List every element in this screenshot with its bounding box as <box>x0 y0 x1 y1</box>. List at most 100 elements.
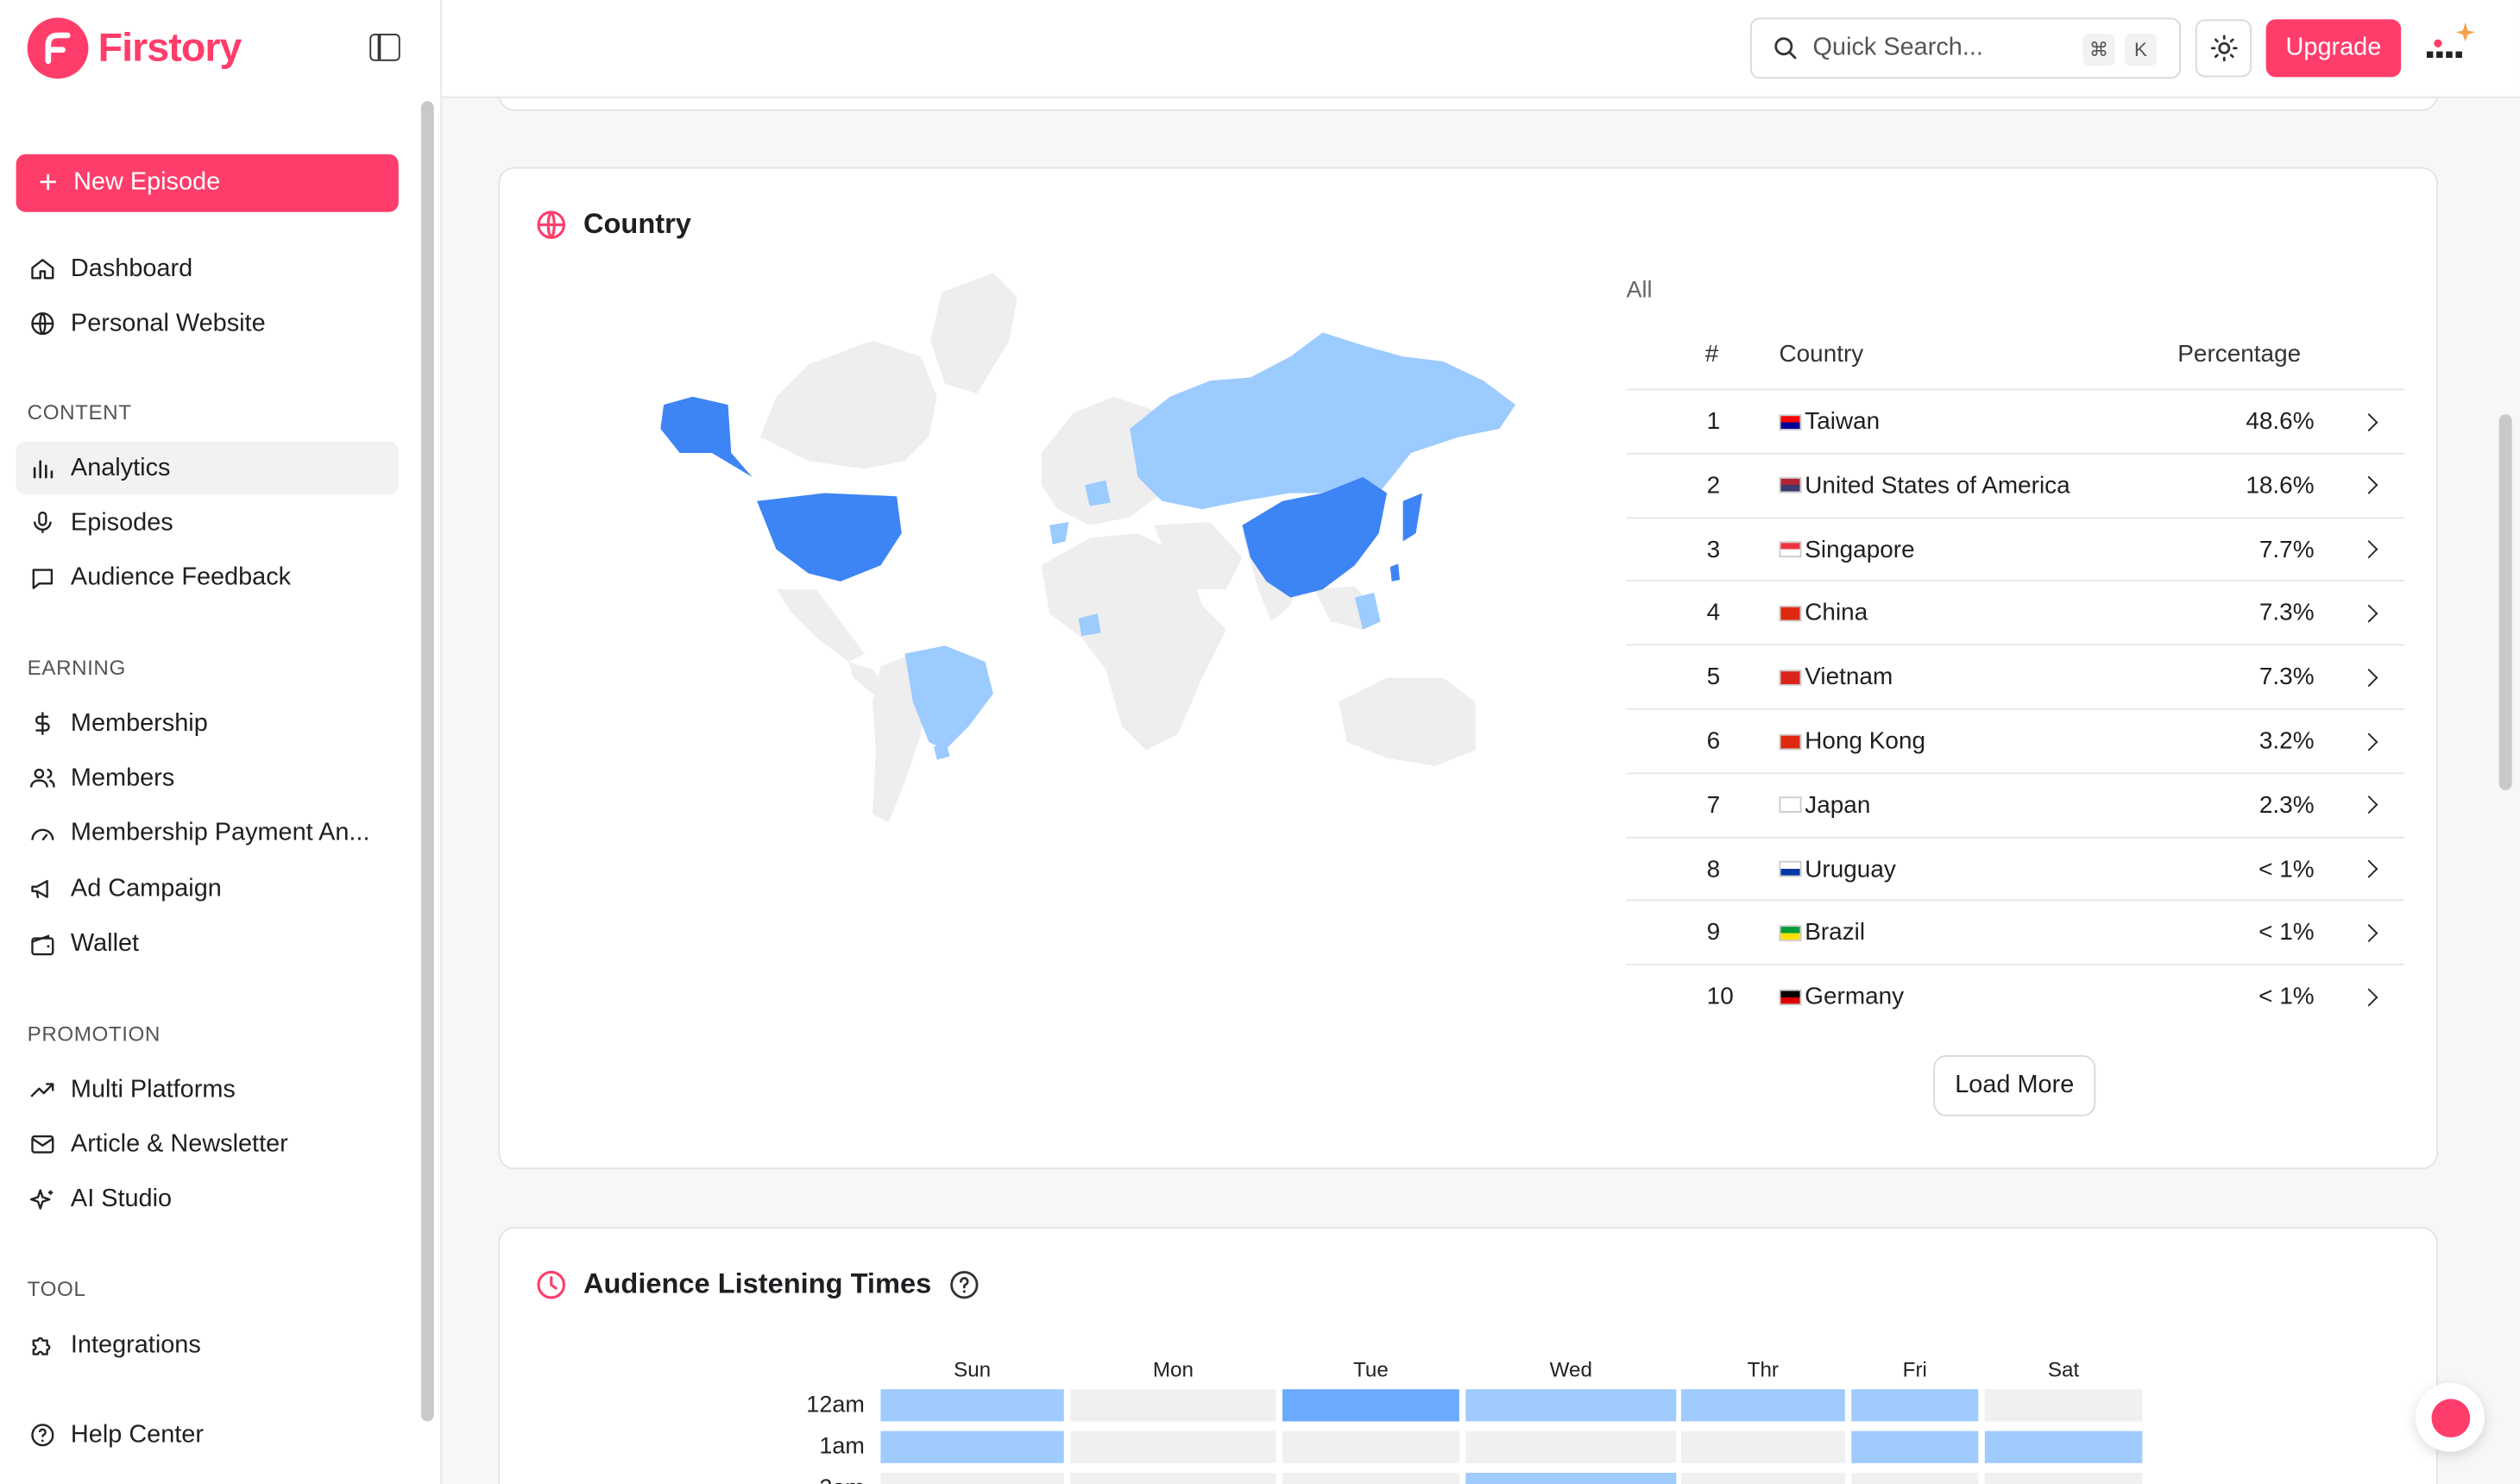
heatmap-cell[interactable] <box>1070 1431 1276 1463</box>
sidebar-item-label: Episodes <box>70 508 173 537</box>
sparkles-icon <box>29 1189 54 1210</box>
table-row[interactable]: 3 Singapore 7.7% <box>1626 516 2404 581</box>
heatmap-cell[interactable] <box>1282 1389 1459 1422</box>
table-row[interactable]: 4 China 7.3% <box>1626 580 2404 645</box>
sidebar-item-multi-platforms[interactable]: Multi Platforms <box>16 1063 399 1116</box>
sidebar-item-help-center[interactable]: Help Center <box>16 1409 399 1462</box>
row-country: Hong Kong <box>1779 727 1925 755</box>
table-row[interactable]: 7 Japan 2.3% <box>1626 772 2404 836</box>
table-row[interactable]: 10 Germany < 1% <box>1626 964 2404 1028</box>
heatmap-cell[interactable] <box>1282 1431 1459 1463</box>
chat-assistant-button[interactable] <box>2415 1382 2485 1452</box>
sidebar-item-audience-feedback[interactable]: Audience Feedback <box>16 552 399 605</box>
sidebar-item-membership[interactable]: Membership <box>16 697 399 750</box>
sidebar-item-label: Multi Platforms <box>70 1075 236 1103</box>
sidebar-item-episodes[interactable]: Episodes <box>16 497 399 550</box>
table-row[interactable]: 8 Uruguay < 1% <box>1626 836 2404 900</box>
heatmap-cell[interactable] <box>1465 1472 1677 1484</box>
country-card-title: Country <box>583 207 691 240</box>
row-country: China <box>1779 600 1868 627</box>
row-percentage: < 1% <box>2259 919 2315 947</box>
load-more-button[interactable]: Load More <box>1933 1055 2096 1116</box>
sidebar-item-label: Integrations <box>70 1330 201 1358</box>
chevron-right-icon <box>2359 732 2378 751</box>
row-rank: 8 <box>1706 855 1721 883</box>
heatmap-cell[interactable] <box>1984 1431 2143 1463</box>
flag-icon <box>1779 796 1802 814</box>
heatmap-cell[interactable] <box>1851 1472 1979 1484</box>
row-rank: 6 <box>1706 727 1721 755</box>
app-name: Firstory <box>98 24 243 70</box>
sidebar-item-members[interactable]: Members <box>16 752 399 805</box>
heatmap-cell[interactable] <box>1851 1389 1979 1422</box>
wallet-icon <box>31 934 54 955</box>
map-japan <box>1402 493 1423 542</box>
upgrade-button[interactable]: Upgrade <box>2265 19 2402 78</box>
chevron-right-icon <box>2359 795 2378 814</box>
sidebar-scrollbar[interactable] <box>420 101 434 1422</box>
heatmap-cell[interactable] <box>1984 1472 2143 1484</box>
quick-search-input[interactable]: Quick Search... ⌘ K <box>1749 17 2182 79</box>
world-map <box>660 273 1516 823</box>
row-rank: 3 <box>1706 535 1721 563</box>
sidebar-item-wallet[interactable]: Wallet <box>16 918 399 971</box>
heatmap-cell[interactable] <box>1282 1472 1459 1484</box>
heatmap-cell[interactable] <box>1465 1389 1677 1422</box>
chevron-right-icon <box>2359 987 2378 1006</box>
table-row[interactable]: 2 United States of America 18.6% <box>1626 452 2404 517</box>
heatmap-cell[interactable] <box>1851 1431 1979 1463</box>
listening-card-title: Audience Listening Times <box>583 1267 932 1299</box>
sidebar-item-article-newsletter[interactable]: Article & Newsletter <box>16 1118 399 1171</box>
section-label-tool: TOOL <box>27 1276 86 1301</box>
row-country-name: Hong Kong <box>1805 727 1926 755</box>
firstory-chat-icon <box>2430 1398 2470 1437</box>
row-percentage: < 1% <box>2259 855 2315 883</box>
heatmap-cell[interactable] <box>880 1431 1064 1463</box>
trending-up-icon <box>30 1083 54 1097</box>
clock-icon <box>537 1269 566 1298</box>
row-country-name: Uruguay <box>1805 855 1896 883</box>
sidebar-item-membership-payment-an[interactable]: Membership Payment An... <box>16 808 399 860</box>
microphone-icon <box>33 512 52 534</box>
sidebar-item-analytics[interactable]: Analytics <box>16 441 399 495</box>
heatmap-cell[interactable] <box>1465 1431 1677 1463</box>
theme-toggle-button[interactable] <box>2195 19 2252 78</box>
bar-chart-icon <box>33 460 54 479</box>
main-scrollbar[interactable] <box>2498 414 2512 790</box>
sidebar-toggle-icon[interactable] <box>369 34 400 61</box>
firstory-logo-icon <box>27 17 89 79</box>
sidebar-item-integrations[interactable]: Integrations <box>16 1318 399 1371</box>
heatmap-cell[interactable] <box>1680 1472 1845 1484</box>
row-country: Brazil <box>1779 920 1865 946</box>
table-row[interactable]: 1 Taiwan 48.6% <box>1626 388 2404 452</box>
heatmap-cell[interactable] <box>1680 1389 1845 1422</box>
row-percentage: 3.2% <box>2259 727 2315 755</box>
new-episode-button[interactable]: + New Episode <box>16 154 399 212</box>
flag-icon <box>1779 669 1802 686</box>
sidebar-item-dashboard[interactable]: Dashboard <box>16 242 399 295</box>
avatar[interactable] <box>2422 22 2476 71</box>
help-circle-icon[interactable] <box>948 1268 980 1300</box>
sidebar-item-personal-website[interactable]: Personal Website <box>16 297 399 349</box>
row-country-name: Japan <box>1805 791 1871 819</box>
plus-icon: + <box>38 165 58 201</box>
heatmap-cell[interactable] <box>1070 1389 1276 1422</box>
country-filter[interactable]: All <box>1627 278 1653 304</box>
firstory-logo[interactable]: Firstory <box>27 17 243 79</box>
heatmap-cell[interactable] <box>1070 1472 1276 1484</box>
heatmap-cell[interactable] <box>880 1389 1064 1422</box>
flag-icon <box>1779 541 1802 558</box>
heatmap-cell[interactable] <box>1984 1389 2143 1422</box>
sidebar-item-ad-campaign[interactable]: Ad Campaign <box>16 863 399 915</box>
map-australia <box>1339 677 1476 766</box>
table-row[interactable]: 9 Brazil < 1% <box>1626 900 2404 964</box>
heatmap-day-label: Sat <box>2047 1356 2080 1381</box>
map-italy <box>1049 521 1069 545</box>
map-alaska <box>660 396 753 477</box>
heatmap-cell[interactable] <box>1680 1431 1845 1463</box>
sidebar-item-ai-studio[interactable]: AI Studio <box>16 1173 399 1226</box>
sidebar-item-label: Members <box>70 764 175 792</box>
table-row[interactable]: 5 Vietnam 7.3% <box>1626 644 2404 708</box>
table-row[interactable]: 6 Hong Kong 3.2% <box>1626 707 2404 772</box>
heatmap-cell[interactable] <box>880 1472 1064 1484</box>
